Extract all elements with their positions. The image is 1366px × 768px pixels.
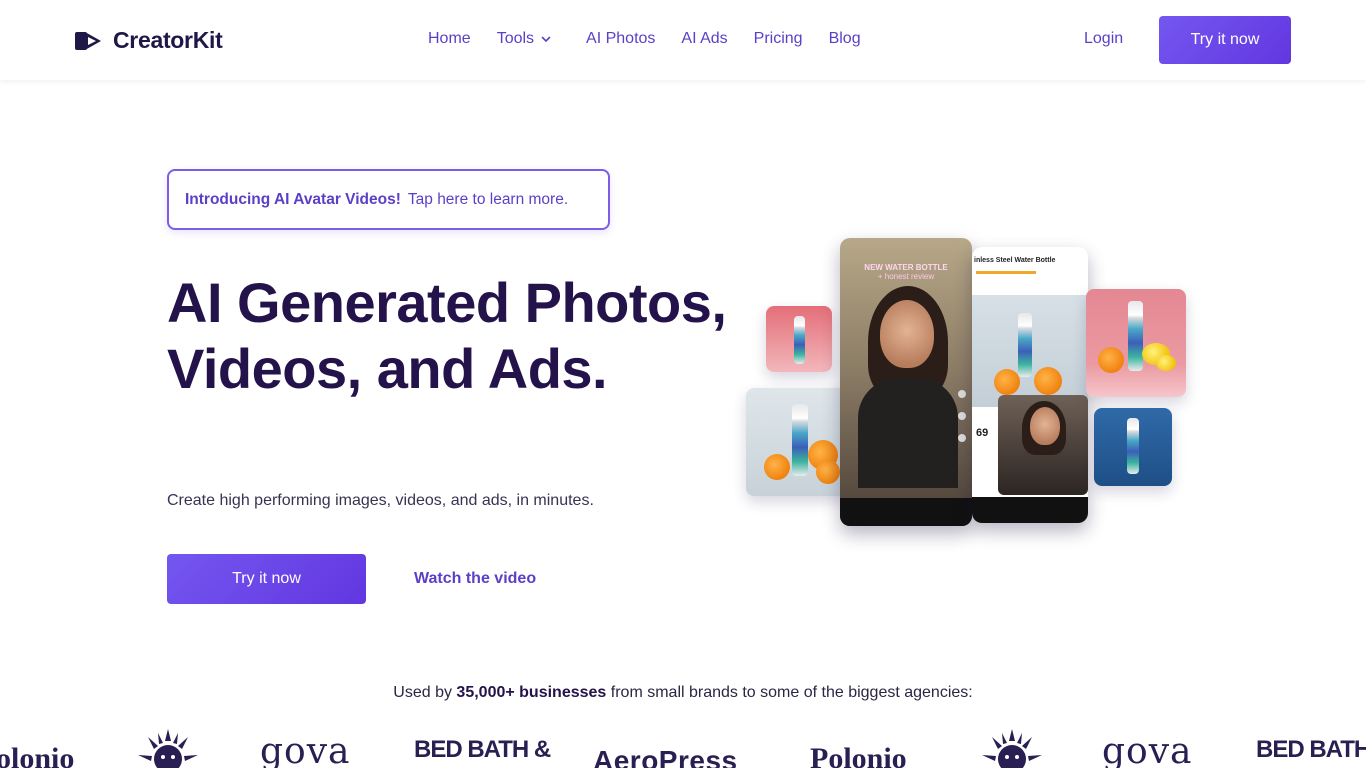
announcement-title: Introducing AI Avatar Videos! [185, 190, 401, 208]
nav-blog[interactable]: Blog [829, 30, 861, 48]
price-fragment: 69 [976, 427, 989, 439]
logo-polonio: Polonio [810, 742, 907, 768]
nav-tools-label: Tools [496, 30, 535, 47]
product-page-phone: inless Steel Water Bottle 69 [972, 247, 1088, 523]
logo-polonio: olonio [0, 742, 75, 768]
orange-image [994, 369, 1020, 395]
hero-subheadline: Create high performing images, videos, a… [167, 492, 594, 509]
app-bottom-bar [972, 497, 1088, 523]
like-icon[interactable] [958, 390, 966, 398]
main-menu: Home Tools AI Photos AI Ads Pricing Blog [428, 30, 887, 48]
product-collage: NEW WATER BOTTLE + honest review inless … [740, 235, 1200, 535]
login-link[interactable]: Login [1084, 30, 1123, 48]
chevron-down-icon [541, 36, 551, 43]
nav-pricing[interactable]: Pricing [754, 30, 803, 48]
logo-bed-bath-beyond: BED BATH & [1256, 736, 1366, 763]
try-it-now-nav-button[interactable]: Try it now [1159, 16, 1291, 64]
logo-play-icon [75, 31, 101, 50]
top-navbar: CreatorKit Home Tools AI Photos AI Ads P… [0, 0, 1366, 80]
nav-ai-ads[interactable]: AI Ads [681, 30, 727, 48]
hero-headline: AI Generated Photos, Videos, and Ads. [167, 271, 727, 400]
avatar-video-phone: NEW WATER BOTTLE + honest review [840, 238, 972, 526]
business-count: 35,000+ businesses [456, 684, 607, 701]
orange-image [816, 460, 840, 484]
nav-tools[interactable]: Tools [497, 30, 552, 48]
sun-face-logo-icon [138, 729, 198, 768]
brand-logo[interactable]: CreatorKit [75, 27, 223, 54]
lemon-bottle-tile [1086, 289, 1186, 397]
logo-gova: gova [1102, 731, 1193, 768]
grey-bottle-tile [746, 388, 854, 496]
bottle-image [794, 316, 805, 364]
nav-ai-photos[interactable]: AI Photos [586, 30, 655, 48]
video-caption-line1: NEW WATER BOTTLE [864, 263, 948, 272]
logo-gova: gova [260, 731, 351, 768]
logo-aeropress: AeroPress [593, 745, 738, 768]
sun-face-logo-icon [982, 729, 1042, 768]
orange-image [1098, 347, 1124, 373]
announcement-banner[interactable]: Introducing AI Avatar Videos! Tap here t… [167, 169, 610, 230]
social-proof-text: Used by 35,000+ businesses from small br… [0, 684, 1366, 702]
reviewer-video [998, 395, 1088, 495]
avatar-face [880, 300, 934, 368]
orange-image [1034, 367, 1062, 395]
product-page-title: inless Steel Water Bottle [974, 257, 1056, 264]
social-proof-prefix: Used by [393, 684, 452, 701]
bottle-image [1018, 313, 1032, 377]
customer-logo-strip: olonio gova BED BATH & AeroPress Polonio… [0, 725, 1366, 768]
brand-name: CreatorKit [113, 27, 223, 53]
bottle-image [1127, 418, 1139, 474]
nav-home[interactable]: Home [428, 30, 471, 48]
lemon-image [1156, 355, 1176, 371]
announcement-link-text: Tap here to learn more. [407, 190, 569, 208]
avatar-body [858, 378, 958, 488]
pink-bottle-tile [766, 306, 832, 372]
try-it-now-hero-button[interactable]: Try it now [167, 554, 366, 604]
video-caption-line2: + honest review [877, 272, 935, 281]
rating-stars [976, 271, 1036, 274]
comment-icon[interactable] [958, 412, 966, 420]
social-proof-suffix: from small brands to some of the biggest… [610, 684, 973, 701]
bottle-image [792, 404, 808, 476]
product-hero-image [972, 295, 1088, 407]
share-icon[interactable] [958, 434, 966, 442]
reviewer-face [1030, 407, 1060, 445]
blue-bottle-tile [1094, 408, 1172, 486]
logo-bed-bath-beyond: BED BATH & [414, 736, 551, 763]
watch-video-link[interactable]: Watch the video [414, 570, 536, 588]
bottle-image [1128, 301, 1143, 371]
orange-image [764, 454, 790, 480]
app-bottom-bar [840, 498, 972, 526]
